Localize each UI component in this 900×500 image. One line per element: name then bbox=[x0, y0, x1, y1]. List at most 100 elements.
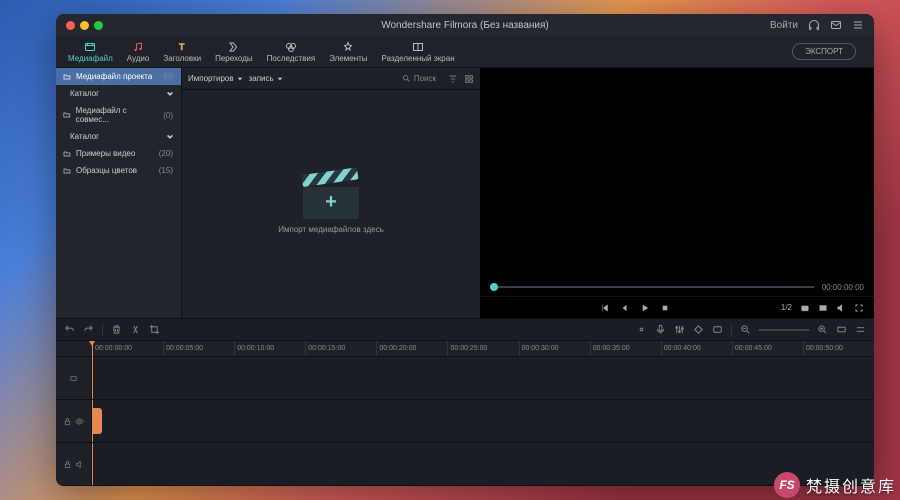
chevron-down-icon bbox=[165, 90, 175, 98]
keyframe-icon[interactable] bbox=[693, 324, 704, 335]
undo-button[interactable] bbox=[64, 324, 75, 335]
folder-icon bbox=[62, 167, 72, 175]
ruler-tick: 00:00:50:00 bbox=[803, 341, 874, 356]
track-toggle-audio[interactable] bbox=[56, 443, 91, 486]
zoom-fit-icon[interactable] bbox=[836, 324, 847, 335]
track-toggle-video[interactable] bbox=[56, 357, 91, 400]
split-button[interactable] bbox=[130, 324, 141, 335]
main-track[interactable] bbox=[92, 400, 874, 443]
tab-transitions[interactable]: Переходы bbox=[209, 39, 259, 65]
ruler-tick: 00:00:00:00 bbox=[92, 341, 163, 356]
stop-button[interactable] bbox=[660, 303, 670, 313]
tab-titles[interactable]: T Заголовки bbox=[157, 39, 207, 65]
sidebar-item-2[interactable]: Медиафайл с совмес...(0) bbox=[56, 102, 181, 128]
mixer-icon[interactable] bbox=[674, 324, 685, 335]
import-dropdown[interactable]: Импортиров bbox=[188, 74, 243, 83]
media-panel: Импортиров запись Поиск bbox=[182, 68, 480, 318]
sidebar-item-5[interactable]: Образцы цветов(15) bbox=[56, 162, 181, 179]
traffic-lights bbox=[66, 21, 103, 30]
svg-text:T: T bbox=[179, 42, 185, 52]
zoom-select[interactable]: 1/2 bbox=[781, 303, 792, 312]
media-search[interactable]: Поиск bbox=[402, 74, 436, 83]
tab-media[interactable]: Медиафайл bbox=[62, 39, 119, 65]
video-preview[interactable] bbox=[480, 68, 874, 278]
sidebar-item-0[interactable]: Медиафайл проекта(0) bbox=[56, 68, 181, 85]
ruler-tick: 00:00:10:00 bbox=[234, 341, 305, 356]
tab-elements-label: Элементы bbox=[329, 54, 367, 63]
tab-split-screen[interactable]: Разделенный экран bbox=[376, 39, 461, 65]
ruler-tick: 00:00:05:00 bbox=[163, 341, 234, 356]
ruler-tick: 00:00:25:00 bbox=[447, 341, 518, 356]
mute-icon bbox=[75, 460, 84, 469]
zoom-slider[interactable] bbox=[759, 329, 809, 331]
app-window: Wondershare Filmora (Без названия) Войти… bbox=[56, 14, 874, 486]
timeline-ruler[interactable]: 00:00:00:0000:00:05:0000:00:10:0000:00:1… bbox=[56, 341, 874, 357]
tab-audio[interactable]: Аудио bbox=[121, 39, 156, 65]
close-button[interactable] bbox=[66, 21, 75, 30]
crop-button[interactable] bbox=[149, 324, 160, 335]
record-dropdown[interactable]: запись bbox=[249, 74, 283, 83]
snapshot-icon[interactable] bbox=[800, 303, 810, 313]
ruler-tick: 00:00:20:00 bbox=[376, 341, 447, 356]
minimize-button[interactable] bbox=[80, 21, 89, 30]
search-icon bbox=[402, 74, 411, 83]
render-icon[interactable] bbox=[712, 324, 723, 335]
headphones-icon[interactable] bbox=[808, 19, 820, 31]
timeline: 00:00:00:0000:00:05:0000:00:10:0000:00:1… bbox=[56, 318, 874, 486]
scrub-bar[interactable] bbox=[490, 286, 814, 288]
import-drop-area[interactable]: Импорт медиафайлов здесь bbox=[182, 90, 480, 318]
watermark: FS 梵摄创意库 bbox=[774, 472, 896, 498]
drop-text: Импорт медиафайлов здесь bbox=[278, 225, 384, 234]
filter-icon[interactable] bbox=[448, 74, 458, 84]
maximize-button[interactable] bbox=[94, 21, 103, 30]
window-title: Wondershare Filmora (Без названия) bbox=[381, 20, 549, 31]
play-button[interactable] bbox=[640, 303, 650, 313]
mic-icon[interactable] bbox=[655, 324, 666, 335]
ruler-tick: 00:00:35:00 bbox=[590, 341, 661, 356]
lock-icon bbox=[63, 417, 72, 426]
eye-icon bbox=[75, 417, 84, 426]
folder-icon bbox=[62, 150, 72, 158]
ruler-tick: 00:00:40:00 bbox=[661, 341, 732, 356]
fullscreen-icon[interactable] bbox=[854, 303, 864, 313]
settings-icon[interactable] bbox=[855, 324, 866, 335]
ruler-tick: 00:00:15:00 bbox=[305, 341, 376, 356]
audio-track[interactable] bbox=[92, 443, 874, 486]
zoom-in-icon[interactable] bbox=[817, 324, 828, 335]
ruler-tick: 00:00:30:00 bbox=[519, 341, 590, 356]
sidebar-item-3[interactable]: Каталог bbox=[56, 128, 181, 145]
media-sidebar: Медиафайл проекта(0)КаталогМедиафайл с с… bbox=[56, 68, 182, 318]
quality-icon[interactable] bbox=[818, 303, 828, 313]
menu-icon[interactable] bbox=[852, 19, 864, 31]
titlebar: Wondershare Filmora (Без названия) Войти bbox=[56, 14, 874, 36]
tab-split-label: Разделенный экран bbox=[382, 54, 455, 63]
mail-icon[interactable] bbox=[830, 19, 842, 31]
marker-icon[interactable] bbox=[636, 324, 647, 335]
volume-icon[interactable] bbox=[836, 303, 846, 313]
grid-view-icon[interactable] bbox=[464, 74, 474, 84]
chevron-down-icon bbox=[165, 133, 175, 141]
watermark-badge: FS bbox=[774, 472, 800, 498]
step-back-button[interactable] bbox=[620, 303, 630, 313]
login-link[interactable]: Войти bbox=[770, 20, 798, 31]
tab-effects[interactable]: Последствия bbox=[261, 39, 322, 65]
zoom-out-icon[interactable] bbox=[740, 324, 751, 335]
tab-titles-label: Заголовки bbox=[163, 54, 201, 63]
sidebar-item-1[interactable]: Каталог bbox=[56, 85, 181, 102]
tab-elements[interactable]: Элементы bbox=[323, 39, 373, 65]
folder-icon bbox=[62, 111, 72, 119]
clapperboard-icon bbox=[303, 175, 359, 217]
delete-button[interactable] bbox=[111, 324, 122, 335]
main-tabs: Медиафайл Аудио T Заголовки Переходы Пос… bbox=[56, 36, 874, 68]
tab-audio-label: Аудио bbox=[127, 54, 150, 63]
prev-frame-button[interactable] bbox=[600, 303, 610, 313]
track-toggle-main[interactable] bbox=[56, 400, 91, 443]
redo-button[interactable] bbox=[83, 324, 94, 335]
preview-panel: 00:00:00:00 1/2 bbox=[480, 68, 874, 318]
tab-media-label: Медиафайл bbox=[68, 54, 113, 63]
folder-icon bbox=[62, 73, 72, 81]
video-track[interactable] bbox=[92, 357, 874, 400]
tab-effects-label: Последствия bbox=[267, 54, 316, 63]
sidebar-item-4[interactable]: Примеры видео(20) bbox=[56, 145, 181, 162]
export-button[interactable]: ЭКСПОРТ bbox=[792, 43, 856, 60]
